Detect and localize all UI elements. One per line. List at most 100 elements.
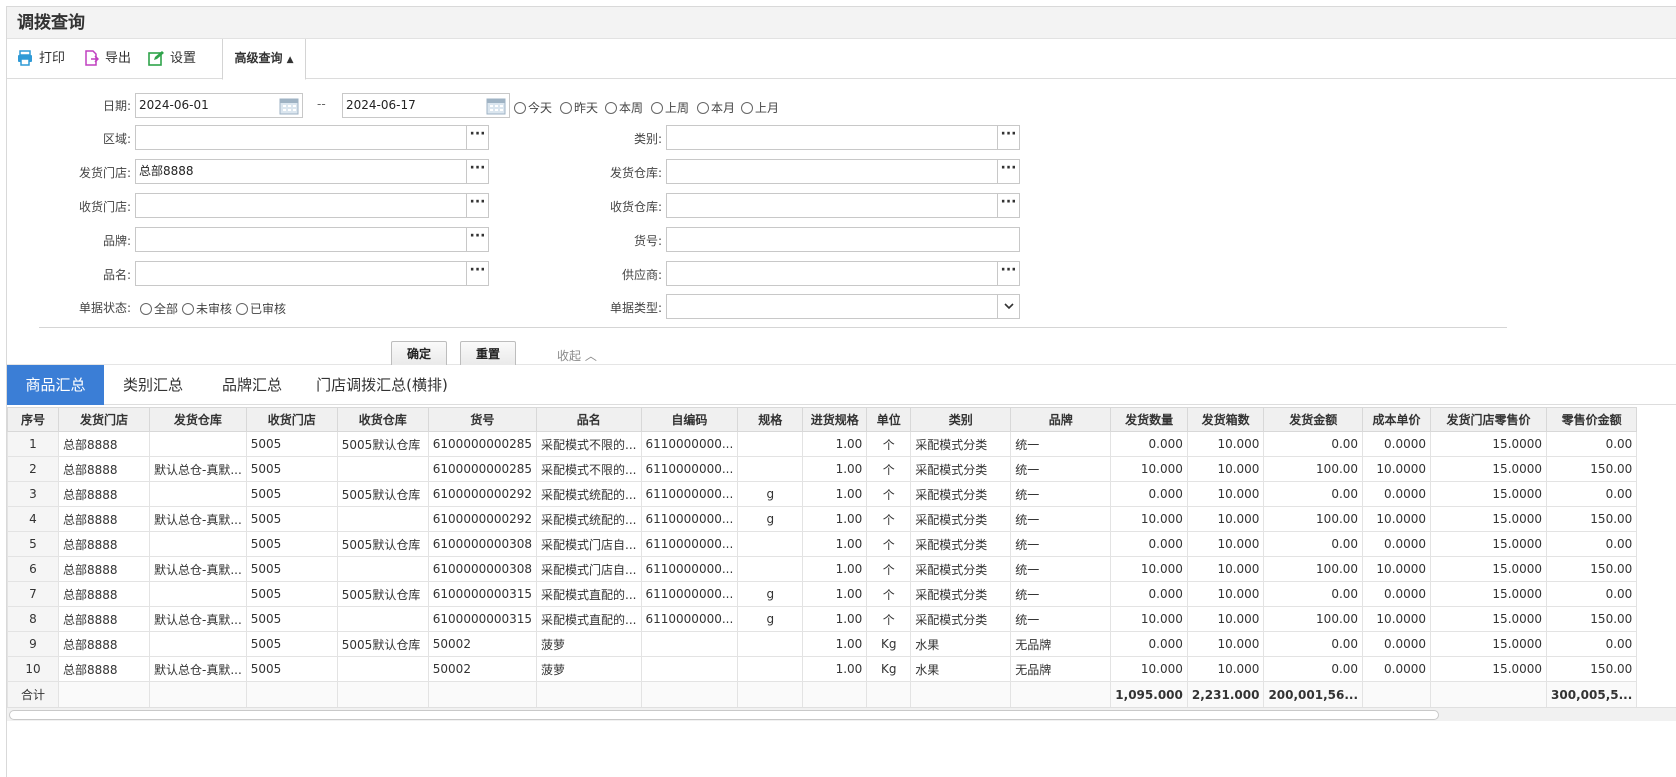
column-header[interactable]: 发货数量 — [1110, 407, 1188, 432]
area-input[interactable]: ··· — [135, 125, 489, 150]
table-row[interactable]: 10 总部8888 默认总仓-真默... 5005 50002 菠萝 1.00 Kg 水果 无品牌… — [7, 656, 1638, 682]
ellipsis-icon[interactable]: ··· — [997, 159, 1020, 184]
column-header[interactable]: 发货门店 — [58, 407, 150, 432]
table-cell: 1.00 — [802, 556, 868, 582]
export-button[interactable]: 导出 — [83, 39, 131, 79]
table-row[interactable]: 5 总部8888 5005 5005默认仓库 6100000000308 采配模式门店自.… — [7, 531, 1638, 557]
column-header[interactable]: 品牌 — [1010, 407, 1112, 432]
send-warehouse-label: 发货仓库: — [609, 166, 662, 180]
column-header[interactable]: 单位 — [866, 407, 912, 432]
recv-store-input[interactable]: ··· — [135, 193, 489, 218]
table-row[interactable]: 4 总部8888 默认总仓-真默... 5005 6100000000292 采配模式统配… — [7, 506, 1638, 532]
doc-type-select[interactable] — [666, 294, 1020, 319]
ellipsis-icon[interactable]: ··· — [466, 193, 489, 218]
table-cell: 10.0000 — [1362, 606, 1432, 632]
preset-label: 昨天 — [574, 101, 599, 115]
table-cell — [149, 431, 247, 457]
print-button[interactable]: 打印 — [17, 39, 65, 79]
category-input[interactable]: ··· — [666, 125, 1020, 150]
table-cell: 15.0000 — [1430, 556, 1548, 582]
preset-last-month-radio[interactable]: 上月 — [741, 99, 779, 116]
scrollbar-thumb[interactable] — [9, 710, 1439, 720]
column-header[interactable]: 序号 — [7, 407, 59, 432]
table-cell: 个 — [866, 431, 912, 457]
table-cell — [737, 656, 804, 682]
column-header[interactable]: 收货门店 — [245, 407, 338, 432]
table-row[interactable]: 6 总部8888 默认总仓-真默... 5005 6100000000308 采配模式门店… — [7, 556, 1638, 582]
ellipsis-icon[interactable]: ··· — [466, 227, 489, 252]
preset-last-week-radio[interactable]: 上周 — [651, 99, 689, 116]
date-separator: -- — [317, 97, 326, 111]
ellipsis-icon[interactable]: ··· — [997, 261, 1020, 286]
status-unaudited-radio[interactable]: 未审核 — [182, 300, 232, 317]
column-header[interactable]: 自编码 — [640, 407, 739, 432]
reset-button[interactable]: 重置 — [460, 341, 516, 367]
preset-today-radio[interactable]: 今天 — [514, 99, 552, 116]
preset-this-month-radio[interactable]: 本月 — [697, 99, 735, 116]
preset-this-week-radio[interactable]: 本周 — [605, 99, 643, 116]
column-header[interactable]: 收货仓库 — [336, 407, 429, 432]
advanced-query-label: 高级查询 — [234, 51, 283, 65]
column-header[interactable]: 品名 — [536, 407, 642, 432]
column-header[interactable]: 发货金额 — [1263, 407, 1364, 432]
table-cell: 5005 — [245, 481, 338, 507]
table-row[interactable]: 1 总部8888 5005 5005默认仓库 6100000000285 采配模式不限的.… — [7, 431, 1638, 457]
brand-input[interactable]: ··· — [135, 227, 489, 252]
table-cell: Kg — [866, 631, 912, 657]
ellipsis-icon[interactable]: ··· — [997, 125, 1020, 150]
table-cell: 0.0000 — [1362, 531, 1432, 557]
column-header[interactable]: 零售价金额 — [1546, 407, 1638, 432]
name-input[interactable]: ··· — [135, 261, 489, 286]
column-header[interactable]: 类别 — [910, 407, 1012, 432]
table-row[interactable]: 2 总部8888 默认总仓-真默... 5005 6100000000285 采配模式不限… — [7, 456, 1638, 482]
column-header[interactable]: 发货门店零售价 — [1430, 407, 1548, 432]
column-header[interactable]: 发货箱数 — [1186, 407, 1265, 432]
advanced-query-tab[interactable]: 高级查询 ▲ — [222, 39, 306, 80]
ellipsis-icon[interactable]: ··· — [466, 159, 489, 184]
table-cell: 无品牌 — [1010, 656, 1112, 682]
table-cell: 150.00 — [1546, 506, 1638, 532]
date-from-input[interactable]: 2024-06-01 — [135, 93, 303, 118]
send-warehouse-input[interactable]: ··· — [666, 159, 1020, 184]
table-cell: 0.000 — [1110, 431, 1188, 457]
recv-warehouse-input[interactable]: ··· — [666, 193, 1020, 218]
send-store-input[interactable]: 总部8888 ··· — [135, 159, 489, 184]
ellipsis-icon[interactable]: ··· — [997, 193, 1020, 218]
radio-circle — [140, 303, 152, 315]
ellipsis-icon[interactable]: ··· — [466, 125, 489, 150]
column-header[interactable]: 成本单价 — [1362, 407, 1432, 432]
column-header[interactable]: 发货仓库 — [149, 407, 247, 432]
supplier-input[interactable]: ··· — [666, 261, 1020, 286]
horizontal-scrollbar[interactable] — [7, 707, 1676, 721]
column-header[interactable]: 规格 — [737, 407, 804, 432]
calendar-icon[interactable] — [486, 96, 506, 115]
collapse-toggle[interactable]: 收起 ︿ — [557, 347, 597, 364]
tab-brand-summary[interactable]: 品牌汇总 — [212, 365, 292, 405]
ellipsis-icon[interactable]: ··· — [466, 261, 489, 286]
table-row[interactable]: 7 总部8888 5005 5005默认仓库 6100000000315 采配模式直配的.… — [7, 581, 1638, 607]
page-title: 调拨查询 — [7, 7, 1676, 39]
column-header[interactable]: 进货规格 — [802, 407, 868, 432]
data-grid: 序号 发货门店 发货仓库 收货门店 收货仓库 货号 品名 自编码 规格 进货规格 单位 类别 品牌 发货数… — [7, 407, 1638, 708]
status-all-radio[interactable]: 全部 — [140, 300, 178, 317]
column-header[interactable]: 货号 — [427, 407, 538, 432]
status-audited-radio[interactable]: 已审核 — [236, 300, 286, 317]
confirm-button[interactable]: 确定 — [391, 341, 447, 367]
tab-item-summary[interactable]: 商品汇总 — [7, 365, 104, 405]
item-no-input[interactable] — [666, 227, 1020, 252]
settings-button[interactable]: 设置 — [148, 39, 196, 79]
table-cell: 0.00 — [1263, 656, 1364, 682]
date-to-input[interactable]: 2024-06-17 — [342, 93, 510, 118]
table-row[interactable]: 8 总部8888 默认总仓-真默... 5005 6100000000315 采配模式直配… — [7, 606, 1638, 632]
table-row[interactable]: 9 总部8888 5005 5005默认仓库 50002 菠萝 1.00 Kg 水果 无品牌 0.0… — [7, 631, 1638, 657]
chevron-down-icon[interactable] — [997, 294, 1020, 319]
summary-tabs: 商品汇总 类别汇总 品牌汇总 门店调拨汇总(横排) — [7, 365, 1676, 405]
calendar-icon[interactable] — [279, 96, 299, 115]
tab-category-summary[interactable]: 类别汇总 — [113, 365, 193, 405]
table-cell: 0.00 — [1263, 581, 1364, 607]
table-cell: 0.0000 — [1362, 481, 1432, 507]
tab-store-transfer-summary[interactable]: 门店调拨汇总(横排) — [312, 365, 452, 405]
preset-yesterday-radio[interactable]: 昨天 — [560, 99, 598, 116]
table-row[interactable]: 3 总部8888 5005 5005默认仓库 6100000000292 采配模式统配的.… — [7, 481, 1638, 507]
grid-header-row: 序号 发货门店 发货仓库 收货门店 收货仓库 货号 品名 自编码 规格 进货规格 单位 类别 品牌 发货数… — [7, 407, 1638, 432]
